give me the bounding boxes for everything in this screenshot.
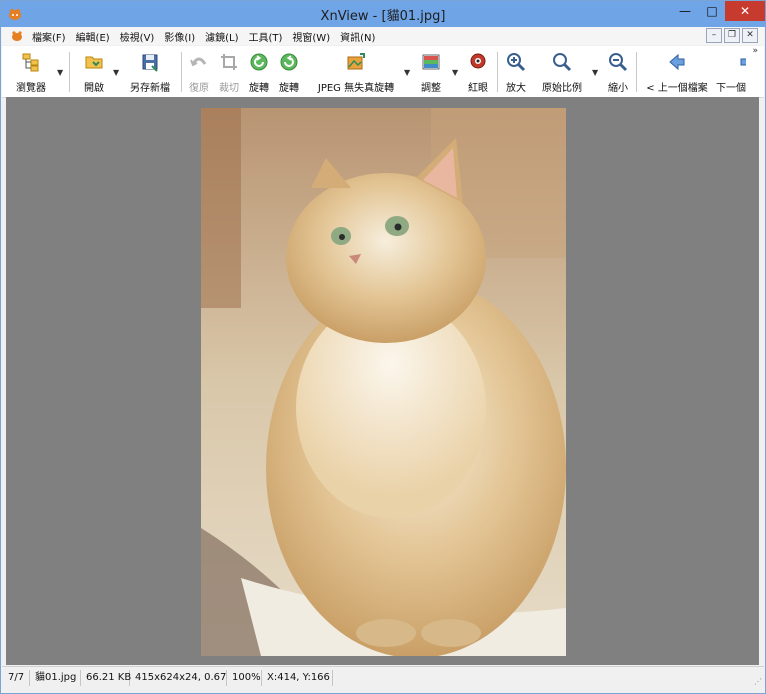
- rotate-right-icon: [280, 53, 298, 71]
- red-eye-button[interactable]: 紅眼: [464, 52, 492, 96]
- zoom-out-button[interactable]: 縮小: [604, 52, 632, 96]
- open-dropdown-arrow-icon[interactable]: ▼: [113, 68, 119, 77]
- toolbar-divider: [636, 52, 637, 92]
- browser-button[interactable]: 瀏覽器: [8, 52, 54, 96]
- undo-label: 復原: [189, 83, 209, 94]
- toolbar-divider: [181, 52, 182, 92]
- arrow-left-icon: [669, 53, 685, 71]
- red-eye-label: 紅眼: [468, 83, 488, 94]
- menu-bar: 檔案(F) 編輯(E) 檢視(V) 影像(I) 濾鏡(L) 工具(T) 視窗(W…: [2, 27, 764, 45]
- close-button[interactable]: ✕: [725, 1, 765, 21]
- browser-label: 瀏覽器: [16, 83, 46, 94]
- toolbar-divider: [69, 52, 70, 92]
- open-label: 開啟: [84, 83, 104, 94]
- status-cursor-position: X:414, Y:166: [263, 670, 333, 686]
- toolbar-divider: [497, 52, 498, 92]
- adjust-color-icon: [422, 54, 440, 70]
- status-image-index: 7/7: [4, 670, 30, 686]
- adjust-label: 調整: [421, 83, 441, 94]
- menu-window[interactable]: 視窗(W): [292, 29, 330, 44]
- zoom-dropdown-arrow-icon[interactable]: ▼: [592, 68, 598, 77]
- jpeg-dropdown-arrow-icon[interactable]: ▼: [404, 68, 410, 77]
- undo-icon: [190, 57, 207, 67]
- browser-dropdown-arrow-icon[interactable]: ▼: [57, 68, 63, 77]
- folder-open-icon: [85, 56, 103, 69]
- menu-edit[interactable]: 編輯(E): [76, 29, 110, 44]
- rotate-right-button[interactable]: 旋轉: [276, 52, 302, 96]
- jpeg-lossless-icon: [347, 53, 365, 70]
- arrow-right-icon: [740, 58, 746, 66]
- menu-filter[interactable]: 濾鏡(L): [205, 29, 238, 44]
- crop-button[interactable]: 裁切: [216, 52, 242, 96]
- document-menu-icon[interactable]: [10, 29, 24, 43]
- original-ratio-button[interactable]: 原始比例: [538, 52, 586, 96]
- next-file-label: 下一個: [716, 83, 746, 94]
- save-as-button[interactable]: 另存新檔: [124, 52, 176, 96]
- minimize-button[interactable]: —: [671, 1, 699, 21]
- zoom-in-button[interactable]: 放大: [502, 52, 530, 96]
- zoom-in-label: 放大: [506, 83, 526, 94]
- previous-file-label: < 上一個檔案: [646, 83, 708, 94]
- menu-file[interactable]: 檔案(F): [32, 29, 66, 44]
- rotate-right-label: 旋轉: [279, 83, 299, 94]
- image-viewport[interactable]: [6, 97, 759, 665]
- status-filesize: 66.21 KB: [82, 670, 131, 686]
- rotate-left-icon: [250, 53, 268, 71]
- doc-close-button[interactable]: ✕: [742, 28, 758, 43]
- jpeg-lossless-label: JPEG 無失真旋轉: [317, 83, 395, 94]
- crop-label: 裁切: [219, 83, 239, 94]
- zoom-in-icon: [507, 53, 526, 72]
- menu-info[interactable]: 資訊(N): [340, 29, 375, 44]
- doc-restore-button[interactable]: ❐: [724, 28, 740, 43]
- save-as-label: 另存新檔: [130, 83, 170, 94]
- next-file-button[interactable]: 下一個: [716, 52, 746, 96]
- browser-tree-icon: [22, 53, 39, 72]
- open-button[interactable]: 開啟: [76, 52, 112, 96]
- jpeg-lossless-rotate-button[interactable]: JPEG 無失真旋轉: [310, 52, 402, 96]
- menu-tools[interactable]: 工具(T): [248, 29, 282, 44]
- title-bar[interactable]: XnView - [貓01.jpg] — □ ✕: [1, 1, 765, 27]
- menu-view[interactable]: 檢視(V): [120, 29, 155, 44]
- resize-grip-icon[interactable]: ⋰: [754, 677, 762, 686]
- status-filename: 貓01.jpg: [31, 670, 81, 686]
- previous-file-button[interactable]: < 上一個檔案: [642, 52, 712, 96]
- menu-image[interactable]: 影像(I): [164, 29, 195, 44]
- adjust-dropdown-arrow-icon[interactable]: ▼: [452, 68, 458, 77]
- status-dimensions: 415x624x24, 0.67: [131, 670, 227, 686]
- zoom-original-icon: [553, 53, 572, 72]
- app-window: XnView - [貓01.jpg] — □ ✕ 檔案(F) 編輯(E) 檢視(…: [0, 0, 766, 694]
- toolbar: 瀏覽器 ▼ 開啟 ▼ 另存新檔 復原 裁切 旋轉 旋轉 JPEG 無失真旋轉 ▼…: [2, 46, 764, 98]
- zoom-out-label: 縮小: [608, 83, 628, 94]
- status-zoom: 100%: [228, 670, 262, 686]
- save-disk-icon: [142, 54, 158, 72]
- window-title: XnView - [貓01.jpg]: [320, 9, 446, 24]
- toolbar-overflow-chevron-icon[interactable]: »: [752, 46, 758, 56]
- adjust-button[interactable]: 調整: [416, 52, 446, 96]
- zoom-out-icon: [609, 53, 628, 72]
- rotate-left-label: 旋轉: [249, 83, 269, 94]
- red-eye-icon: [470, 53, 486, 69]
- status-bar: 7/7 貓01.jpg 66.21 KB 415x624x24, 0.67 10…: [2, 666, 764, 688]
- crop-icon: [221, 54, 237, 70]
- doc-minimize-button[interactable]: –: [706, 28, 722, 43]
- cat-photo: [201, 108, 566, 656]
- maximize-button[interactable]: □: [699, 1, 725, 21]
- original-ratio-label: 原始比例: [542, 83, 582, 94]
- rotate-left-button[interactable]: 旋轉: [246, 52, 272, 96]
- undo-button[interactable]: 復原: [186, 52, 212, 96]
